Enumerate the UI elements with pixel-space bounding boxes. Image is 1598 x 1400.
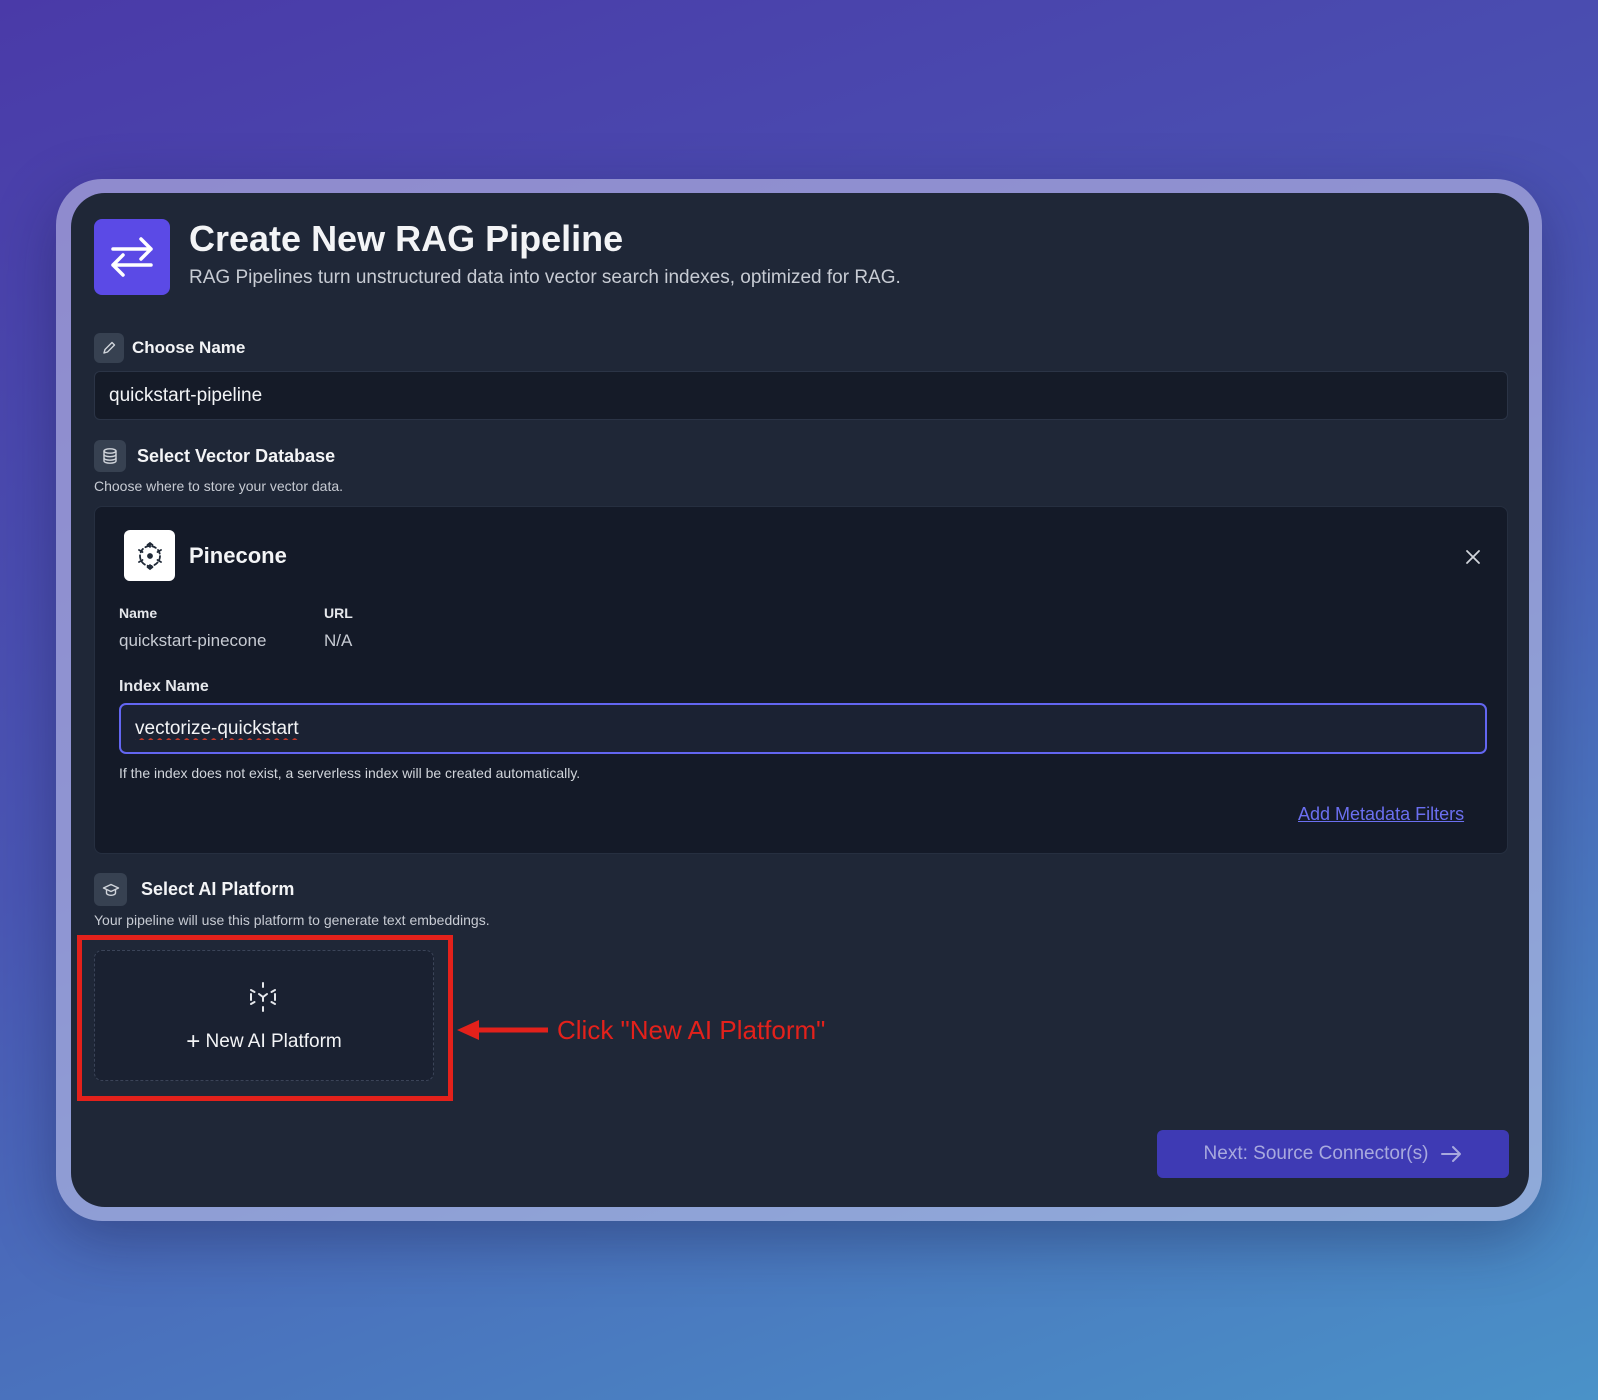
db-name-label: Name xyxy=(119,605,158,621)
pinecone-logo-icon xyxy=(124,530,175,581)
swap-arrows-icon xyxy=(94,219,170,295)
db-url-value: N/A xyxy=(324,631,353,650)
ai-platform-hint: Your pipeline will use this platform to … xyxy=(94,912,490,928)
choose-name-title: Choose Name xyxy=(132,338,246,357)
annotation-callout: Click "New AI Platform" xyxy=(557,1015,826,1045)
database-icon xyxy=(94,440,126,472)
ai-platform-title: Select AI Platform xyxy=(141,879,295,899)
selected-vector-db-card: Pinecone Name quickstart-pinecone URL N/… xyxy=(94,506,1508,854)
close-icon[interactable] xyxy=(1461,545,1485,569)
page-subtitle: RAG Pipelines turn unstructured data int… xyxy=(189,267,901,288)
index-name-label: Index Name xyxy=(119,678,209,695)
next-button-label: Next: Source Connector(s) xyxy=(1203,1143,1429,1164)
annotation-highlight-box xyxy=(77,935,453,1101)
pipeline-name-input[interactable] xyxy=(94,371,1508,420)
index-name-hint: If the index does not exist, a serverles… xyxy=(119,765,581,781)
annotation-arrow-icon xyxy=(457,1020,548,1040)
index-name-input[interactable] xyxy=(119,703,1487,754)
add-metadata-filters-link[interactable]: Add Metadata Filters xyxy=(1298,804,1464,825)
next-source-connectors-button[interactable]: Next: Source Connector(s) xyxy=(1157,1130,1509,1178)
page-title: Create New RAG Pipeline xyxy=(189,218,624,259)
arrow-right-icon xyxy=(1441,1146,1462,1162)
graduation-cap-icon xyxy=(94,873,127,906)
vector-db-hint: Choose where to store your vector data. xyxy=(94,478,344,494)
pencil-icon xyxy=(94,333,124,363)
vector-db-provider: Pinecone xyxy=(189,543,287,568)
db-name-value: quickstart-pinecone xyxy=(119,631,267,650)
vector-db-title: Select Vector Database xyxy=(137,446,336,466)
db-url-label: URL xyxy=(324,605,353,621)
